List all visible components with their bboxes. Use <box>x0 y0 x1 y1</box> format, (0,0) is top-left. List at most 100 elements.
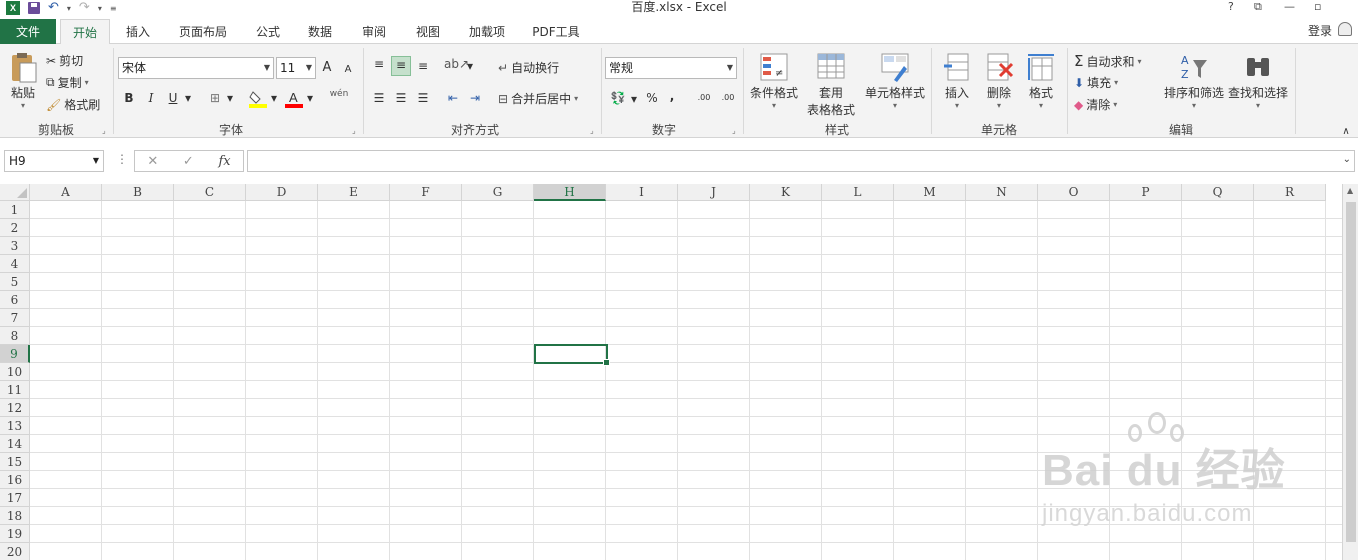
active-cell[interactable] <box>534 344 610 366</box>
column-header-c[interactable]: C <box>174 184 246 201</box>
sign-in-link[interactable]: 登录 <box>1308 22 1332 39</box>
increase-decimal-button[interactable]: .00 <box>694 90 714 106</box>
align-middle-icon[interactable]: ≡ <box>391 56 411 76</box>
vertical-scrollbar[interactable]: ▲ <box>1342 184 1358 560</box>
orientation-icon[interactable]: ab↗ <box>444 56 469 72</box>
delete-cells-button[interactable]: 删除 ▾ <box>980 52 1018 110</box>
column-header-a[interactable]: A <box>30 184 102 201</box>
copy-dropdown-icon[interactable]: ▾ <box>85 78 89 87</box>
row-header-20[interactable]: 20 <box>0 543 30 560</box>
column-header-e[interactable]: E <box>318 184 390 201</box>
increase-indent-icon[interactable]: ⇥ <box>466 90 484 106</box>
percent-style-button[interactable]: % <box>644 90 660 106</box>
fill-button[interactable]: ⬇ 填充 ▾ <box>1074 74 1118 91</box>
column-header-l[interactable]: L <box>822 184 894 201</box>
user-icon[interactable] <box>1338 22 1352 36</box>
row-header-19[interactable]: 19 <box>0 525 30 543</box>
underline-dropdown-icon[interactable]: ▾ <box>184 90 192 106</box>
format-painter-button[interactable]: 🖌 格式刷 <box>46 96 100 113</box>
insert-function-icon[interactable]: fx <box>218 154 230 169</box>
cell-styles-button[interactable]: 单元格样式 ▾ <box>862 52 928 110</box>
row-header-2[interactable]: 2 <box>0 219 30 237</box>
decrease-decimal-button[interactable]: .00 <box>718 90 738 106</box>
row-header-14[interactable]: 14 <box>0 435 30 453</box>
paste-dropdown-icon[interactable]: ▾ <box>21 101 25 110</box>
column-header-m[interactable]: M <box>894 184 966 201</box>
decrease-indent-icon[interactable]: ⇤ <box>444 90 462 106</box>
column-header-r[interactable]: R <box>1254 184 1326 201</box>
orientation-dropdown-icon[interactable]: ▾ <box>466 58 474 74</box>
column-header-q[interactable]: Q <box>1182 184 1254 201</box>
merge-center-button[interactable]: ⊟ 合并后居中 ▾ <box>498 90 578 107</box>
borders-dropdown-icon[interactable]: ▾ <box>226 90 234 106</box>
column-header-n[interactable]: N <box>966 184 1038 201</box>
row-header-3[interactable]: 3 <box>0 237 30 255</box>
align-center-icon[interactable]: ☰ <box>392 90 410 106</box>
clear-button[interactable]: ◆ 清除 ▾ <box>1074 96 1117 113</box>
align-left-icon[interactable]: ☰ <box>370 90 388 106</box>
column-header-h[interactable]: H <box>534 184 606 201</box>
decrease-font-icon[interactable]: A <box>342 62 354 78</box>
column-header-i[interactable]: I <box>606 184 678 201</box>
autosum-button[interactable]: Σ 自动求和 ▾ <box>1074 52 1142 70</box>
format-cells-button[interactable]: 格式 ▾ <box>1022 52 1060 110</box>
cut-button[interactable]: ✂ 剪切 <box>46 52 83 69</box>
alignment-launcher-icon[interactable]: ⌟ <box>590 126 594 135</box>
row-header-15[interactable]: 15 <box>0 453 30 471</box>
enter-icon[interactable]: ✓ <box>183 154 194 169</box>
accounting-format-icon[interactable]: 💱 <box>608 90 628 106</box>
underline-button[interactable]: U <box>166 90 180 106</box>
column-header-b[interactable]: B <box>102 184 174 201</box>
scroll-up-icon[interactable]: ▲ <box>1347 186 1353 195</box>
column-header-o[interactable]: O <box>1038 184 1110 201</box>
tab-home[interactable]: 开始 <box>60 19 110 45</box>
clear-dropdown-icon[interactable]: ▾ <box>1113 100 1117 109</box>
merge-dropdown-icon[interactable]: ▾ <box>574 94 578 103</box>
italic-button[interactable]: I <box>144 90 158 106</box>
column-header-k[interactable]: K <box>750 184 822 201</box>
sort-filter-button[interactable]: AZ 排序和筛选 ▾ <box>1162 52 1226 110</box>
align-right-icon[interactable]: ☰ <box>414 90 432 106</box>
tab-data[interactable]: 数据 <box>298 19 342 44</box>
font-color-icon[interactable]: A <box>284 88 304 108</box>
row-header-1[interactable]: 1 <box>0 201 30 219</box>
row-header-18[interactable]: 18 <box>0 507 30 525</box>
fill-color-dropdown-icon[interactable]: ▾ <box>270 90 278 106</box>
row-header-6[interactable]: 6 <box>0 291 30 309</box>
row-header-5[interactable]: 5 <box>0 273 30 291</box>
help-button[interactable]: ? <box>1228 0 1234 14</box>
row-header-8[interactable]: 8 <box>0 327 30 345</box>
clipboard-launcher-icon[interactable]: ⌟ <box>102 126 106 135</box>
column-header-g[interactable]: G <box>462 184 534 201</box>
row-header-4[interactable]: 4 <box>0 255 30 273</box>
tab-page-layout[interactable]: 页面布局 <box>170 19 236 44</box>
font-launcher-icon[interactable]: ⌟ <box>352 126 356 135</box>
font-name-select[interactable]: 宋体 ▼ <box>118 57 274 79</box>
row-header-13[interactable]: 13 <box>0 417 30 435</box>
tab-view[interactable]: 视图 <box>406 19 450 44</box>
tab-addins[interactable]: 加载项 <box>460 19 514 44</box>
column-header-p[interactable]: P <box>1110 184 1182 201</box>
minimize-button[interactable]: — <box>1284 0 1295 14</box>
row-header-11[interactable]: 11 <box>0 381 30 399</box>
tab-formulas[interactable]: 公式 <box>246 19 290 44</box>
align-bottom-icon[interactable]: ≡ <box>414 58 432 74</box>
conditional-formatting-button[interactable]: ≠ 条件格式 ▾ <box>746 52 802 110</box>
row-header-17[interactable]: 17 <box>0 489 30 507</box>
column-header-f[interactable]: F <box>390 184 462 201</box>
align-top-icon[interactable]: ≡ <box>370 56 388 72</box>
font-size-select[interactable]: 11 ▼ <box>276 57 316 79</box>
borders-icon[interactable]: ⊞ <box>206 90 224 106</box>
find-select-button[interactable]: 查找和选择 ▾ <box>1226 52 1290 110</box>
ribbon-display-options-icon[interactable]: ⧉ <box>1254 0 1262 14</box>
row-header-12[interactable]: 12 <box>0 399 30 417</box>
row-header-9[interactable]: 9 <box>0 345 30 363</box>
phonetic-guide-icon[interactable]: wén <box>326 86 352 102</box>
fill-color-icon[interactable] <box>248 88 268 108</box>
tab-pdf-tools[interactable]: PDF工具 <box>524 19 588 44</box>
maximize-button[interactable]: ▫ <box>1314 0 1321 14</box>
autosum-dropdown-icon[interactable]: ▾ <box>1138 57 1142 66</box>
tab-insert[interactable]: 插入 <box>116 19 160 44</box>
formula-bar-resize-handle[interactable]: ⋮ <box>116 152 128 166</box>
copy-button[interactable]: ⧉ 复制 ▾ <box>46 74 89 91</box>
